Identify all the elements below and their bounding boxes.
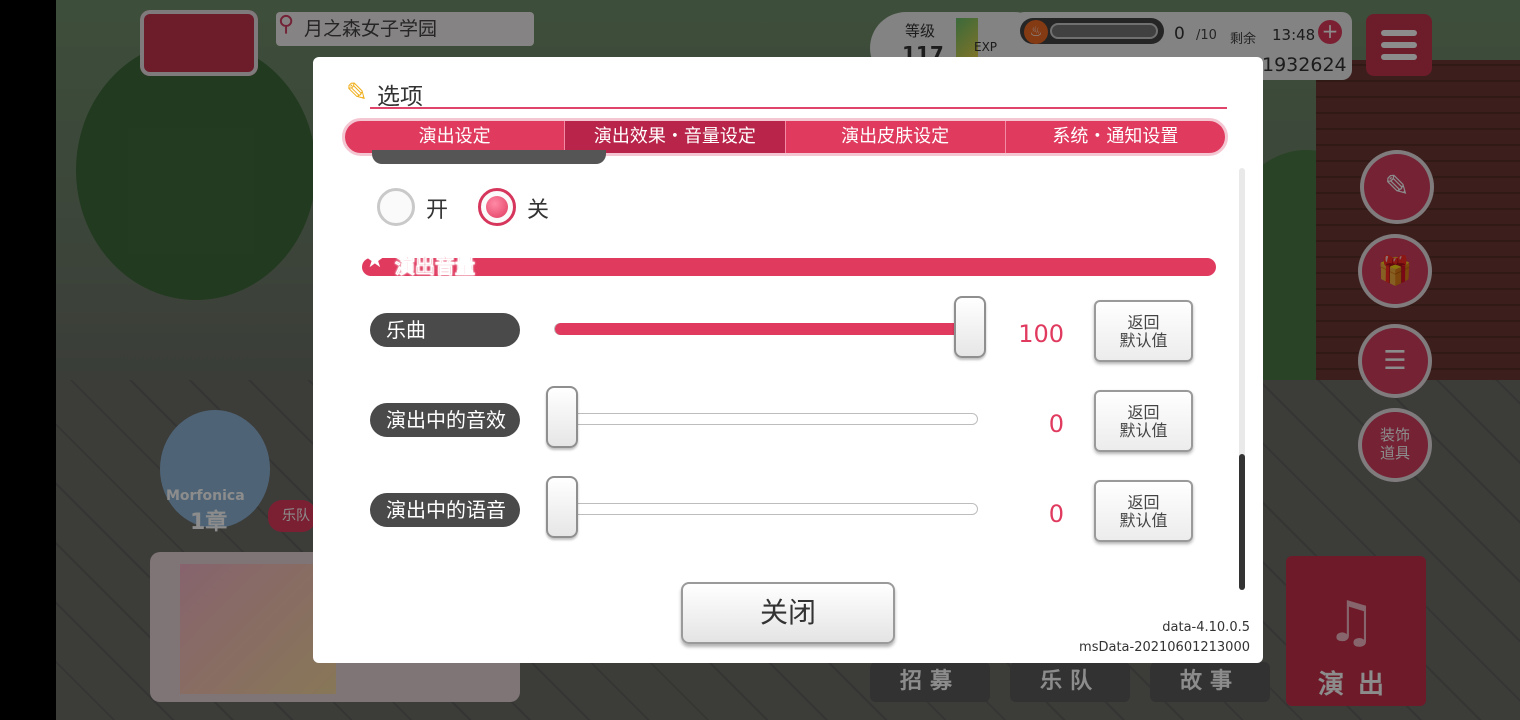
- tab-live-settings[interactable]: 演出设定: [345, 121, 566, 153]
- voice-volume-label: 演出中的语音: [370, 493, 520, 527]
- dialog-scrollbar-thumb[interactable]: [1239, 454, 1245, 590]
- sfx-volume-value: 0: [1048, 410, 1064, 438]
- music-volume-slider[interactable]: [554, 323, 979, 335]
- title-underline: [370, 107, 1227, 109]
- music-volume-label: 乐曲: [370, 313, 520, 347]
- music-reset-button[interactable]: 返回 默认值: [1094, 300, 1193, 362]
- voice-volume-value: 0: [1048, 500, 1064, 528]
- sfx-volume-thumb[interactable]: [546, 386, 578, 448]
- data-version: data-4.10.0.5: [1162, 620, 1250, 635]
- close-button[interactable]: 关闭: [681, 582, 895, 644]
- toggle-off-label: 关: [527, 198, 550, 223]
- sfx-reset-button[interactable]: 返回 默认值: [1094, 390, 1193, 452]
- tab-system-notification[interactable]: 系统・通知设置: [1006, 121, 1225, 153]
- dialog-title: 选项: [377, 84, 423, 110]
- voice-reset-button[interactable]: 返回 默认值: [1094, 480, 1193, 542]
- sfx-volume-label: 演出中的音效: [370, 403, 520, 437]
- sfx-volume-slider[interactable]: [554, 413, 978, 425]
- previous-section-header-edge: [372, 150, 606, 164]
- voice-volume-thumb[interactable]: [546, 476, 578, 538]
- tab-effects-volume[interactable]: 演出效果・音量设定: [565, 121, 786, 153]
- tab-skin-settings[interactable]: 演出皮肤设定: [786, 121, 1006, 153]
- toggle-on-label: 开: [426, 198, 449, 223]
- voice-volume-slider[interactable]: [554, 503, 978, 515]
- star-icon: ★: [365, 248, 385, 273]
- music-volume-value: 100: [1018, 320, 1064, 348]
- toggle-off-radio[interactable]: [478, 188, 516, 226]
- pen-icon: ✎: [346, 78, 368, 108]
- toggle-on-radio[interactable]: [377, 188, 415, 226]
- msdata-version: msData-20210601213000: [1079, 640, 1250, 655]
- volume-section-title: 演出音量: [395, 254, 476, 279]
- volume-section-bar: [362, 258, 1216, 276]
- slider-fill: [555, 323, 979, 335]
- music-volume-thumb[interactable]: [954, 296, 986, 358]
